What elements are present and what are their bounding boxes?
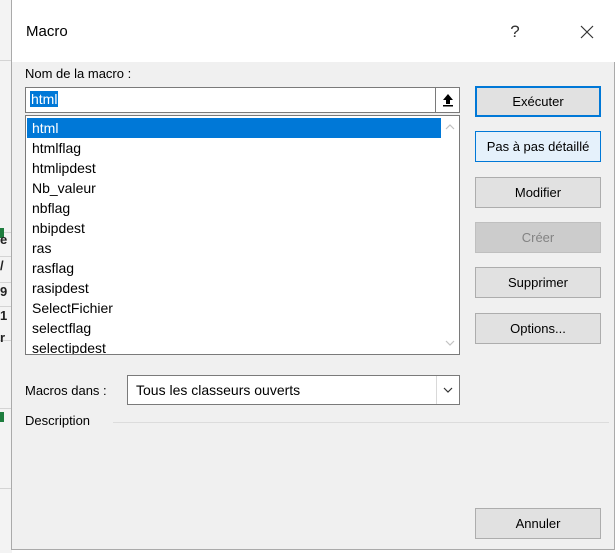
create-button[interactable]: Créer (475, 222, 601, 253)
browse-macro-button[interactable] (436, 87, 460, 113)
macro-list-item[interactable]: Nb_valeur (27, 178, 442, 198)
options-button[interactable]: Options... (475, 313, 601, 344)
description-label: Description (25, 413, 91, 428)
delete-button[interactable]: Supprimer (475, 267, 601, 298)
dialog-title: Macro (26, 23, 68, 40)
background-green-marker (0, 412, 4, 422)
macro-list-item[interactable]: selectipdest (27, 338, 442, 354)
macro-name-input[interactable]: html (25, 87, 436, 113)
macro-list-item[interactable]: html (27, 118, 442, 138)
macro-list-item[interactable]: ras (27, 238, 442, 258)
macro-list-item[interactable]: nbipdest (27, 218, 442, 238)
step-into-button[interactable]: Pas à pas détaillé (475, 131, 601, 162)
macro-list-item[interactable]: nbflag (27, 198, 442, 218)
description-divider (113, 422, 609, 423)
run-button[interactable]: Exécuter (475, 86, 601, 117)
close-button[interactable] (564, 12, 610, 52)
macro-list-scrollbar[interactable] (441, 117, 458, 353)
macro-dialog: Macro ? Nom de la macro : html html html… (11, 0, 615, 550)
macro-name-value: html (30, 91, 59, 107)
close-icon (580, 25, 594, 39)
dropdown-toggle[interactable] (436, 376, 459, 404)
macro-list-item[interactable]: htmlflag (27, 138, 442, 158)
macros-in-label: Macros dans : (25, 383, 107, 398)
macro-name-label: Nom de la macro : (25, 66, 132, 81)
macro-list-item[interactable]: SelectFichier (27, 298, 442, 318)
chevron-down-icon (445, 340, 454, 346)
upload-arrow-icon (442, 94, 453, 107)
macro-list[interactable]: html htmlflag htmlipdest Nb_valeur nbfla… (25, 115, 460, 355)
macro-list-item[interactable]: htmlipdest (27, 158, 442, 178)
macro-list-item[interactable]: rasipdest (27, 278, 442, 298)
edit-button[interactable]: Modifier (475, 177, 601, 208)
macros-in-value: Tous les classeurs ouverts (136, 382, 301, 398)
macros-in-dropdown[interactable]: Tous les classeurs ouverts (127, 375, 460, 405)
cancel-button[interactable]: Annuler (475, 508, 601, 539)
scroll-up-button[interactable] (441, 120, 458, 134)
macro-list-item[interactable]: rasflag (27, 258, 442, 278)
title-bar: Macro ? (12, 0, 615, 62)
chevron-down-icon (443, 387, 453, 393)
macro-list-item[interactable]: selectflag (27, 318, 442, 338)
scroll-down-button[interactable] (441, 336, 458, 350)
chevron-up-icon (445, 124, 454, 130)
help-button[interactable]: ? (492, 12, 538, 52)
